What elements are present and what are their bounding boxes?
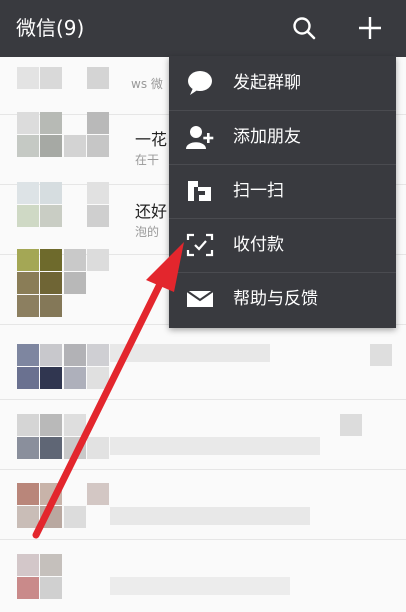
menu-item-group-chat[interactable]: 发起群聊 <box>169 56 396 111</box>
chat-bubble-icon <box>188 71 212 95</box>
chat-preview: 泡的 <box>135 225 160 239</box>
mail-icon <box>186 290 214 307</box>
menu-item-label: 收付款 <box>233 235 284 255</box>
search-button[interactable] <box>290 14 318 42</box>
menu-item-label: 扫一扫 <box>233 181 284 201</box>
chat-sender-preview: ws 微 <box>131 77 163 91</box>
menu-item-label: 帮助与反馈 <box>233 289 318 309</box>
menu-item-scan[interactable]: 扫一扫 <box>169 164 396 219</box>
chat-preview: 在干 <box>135 153 160 167</box>
chat-name: 还好 <box>135 202 168 221</box>
payment-icon <box>186 233 214 257</box>
add-menu: 发起群聊 添加朋友 扫一扫 收付款 帮助与反馈 <box>169 56 396 328</box>
menu-item-label: 添加朋友 <box>233 127 301 147</box>
menu-item-label: 发起群聊 <box>233 73 301 93</box>
top-bar: 微信(9) <box>0 0 406 57</box>
menu-item-payment[interactable]: 收付款 <box>169 218 396 273</box>
menu-item-add-friend[interactable]: 添加朋友 <box>169 110 396 165</box>
page-title: 微信(9) <box>16 16 85 40</box>
scan-icon <box>188 181 211 201</box>
plus-icon <box>359 17 381 39</box>
add-button[interactable] <box>356 14 384 42</box>
chat-name: 一花 <box>135 130 168 149</box>
search-icon <box>293 17 316 40</box>
menu-item-help-feedback[interactable]: 帮助与反馈 <box>169 272 396 326</box>
add-friend-icon <box>186 126 214 149</box>
